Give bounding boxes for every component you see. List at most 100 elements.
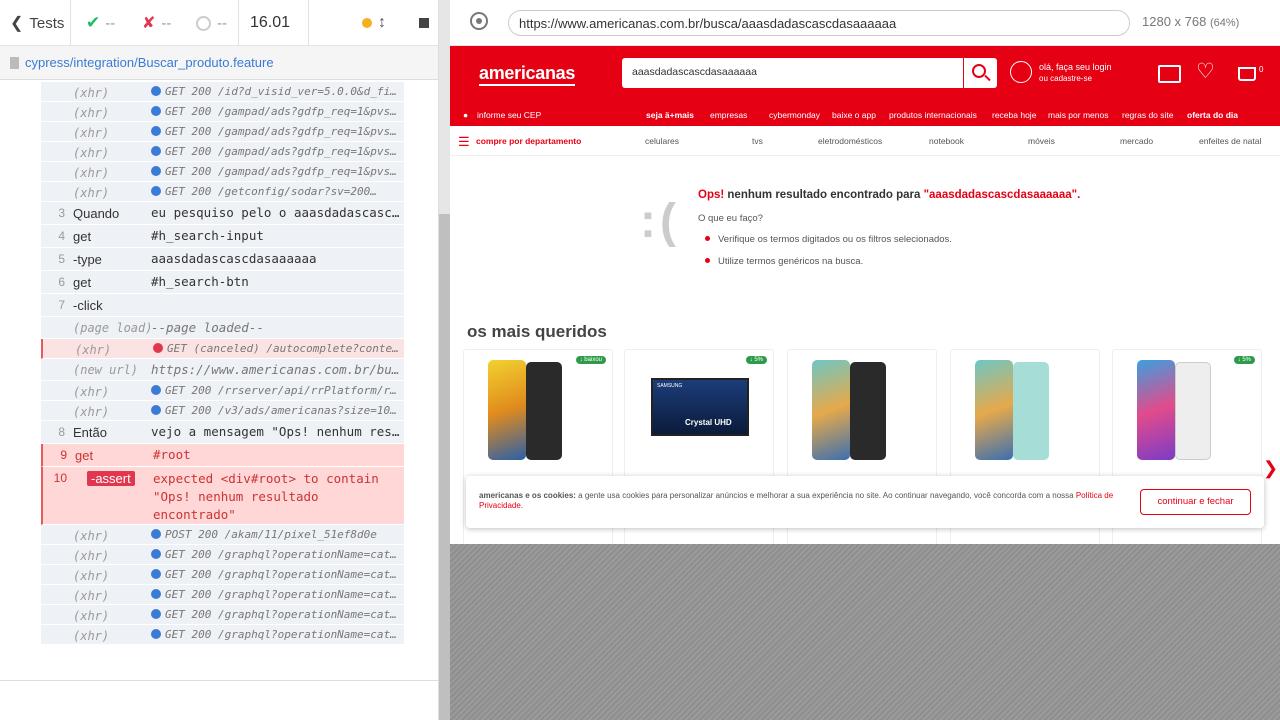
category-link[interactable]: notebook bbox=[929, 136, 964, 146]
menu-icon[interactable]: ☰ bbox=[458, 134, 470, 150]
command-row[interactable]: 4 get #h_search-input bbox=[41, 225, 404, 248]
status-dot-icon bbox=[151, 186, 161, 196]
basket-icon[interactable] bbox=[1238, 67, 1256, 81]
xhr-command-row[interactable]: (xhr) GET 200 /v3/ads/americanas?size=10&… bbox=[41, 401, 404, 421]
command-message-wrap: POST 200 /akam/11/pixel_51ef8d0e bbox=[151, 528, 401, 541]
command-name: (xhr) bbox=[73, 405, 110, 419]
status-dot-icon bbox=[151, 166, 161, 176]
command-row[interactable]: 8 Então vejo a mensagem "Ops! nenhum resu… bbox=[41, 421, 404, 444]
category-link[interactable]: mercado bbox=[1120, 136, 1153, 146]
command-list: (xhr) GET 200 /id?d_visid_ver=5.0.0&d_fie… bbox=[41, 82, 404, 663]
autoscroll-toggle-icon[interactable]: ↕ bbox=[378, 0, 386, 46]
cookie-text: americanas e os cookies: a gente usa coo… bbox=[479, 491, 1114, 510]
command-message: https://www.americanas.com.br/bus… bbox=[151, 362, 401, 377]
top-link[interactable]: baixe o app bbox=[832, 110, 876, 120]
xhr-command-row[interactable]: (xhr) GET 200 /graphql?operationName=cata… bbox=[41, 585, 404, 605]
top-link[interactable]: receba hoje bbox=[992, 110, 1036, 120]
spec-path: cypress/integration/Buscar_produto.featu… bbox=[25, 55, 274, 70]
command-name: (xhr) bbox=[73, 549, 110, 563]
command-row[interactable]: 6 get #h_search-btn bbox=[41, 271, 404, 294]
top-link[interactable]: regras do site bbox=[1122, 110, 1174, 120]
command-name: Então bbox=[73, 425, 107, 440]
command-message: --page loaded-- bbox=[151, 320, 264, 335]
tests-button[interactable]: ❮ Tests bbox=[10, 0, 70, 46]
category-link[interactable]: enfeites de natal bbox=[1199, 136, 1261, 146]
xhr-command-row[interactable]: (xhr) GET 200 /graphql?operationName=cata… bbox=[41, 605, 404, 625]
xhr-command-row[interactable]: (xhr) GET 200 /graphql?operationName=cata… bbox=[41, 625, 404, 645]
login-line1: olá, faça seu login bbox=[1039, 62, 1112, 72]
reporter-scrollbar-thumb[interactable] bbox=[439, 0, 450, 214]
command-name: (xhr) bbox=[73, 166, 110, 180]
command-number: 5 bbox=[58, 252, 65, 266]
category-link[interactable]: móveis bbox=[1028, 136, 1055, 146]
command-message-wrap: GET 200 /id?d_visid_ver=5.0.0&d_field… bbox=[151, 85, 401, 98]
url-bar[interactable]: https://www.americanas.com.br/busca/aaas… bbox=[508, 10, 1130, 36]
discount-badge: ↓ baixou bbox=[575, 356, 606, 364]
xhr-command-row[interactable]: (xhr) GET 200 /graphql?operationName=cata… bbox=[41, 565, 404, 585]
dept-menu[interactable]: compre por departamento bbox=[476, 136, 581, 146]
carousel-next-icon[interactable]: ❯ bbox=[1263, 458, 1278, 479]
viewport-zoom: (64%) bbox=[1209, 17, 1240, 29]
command-row[interactable]: 9 get #root bbox=[41, 444, 404, 467]
xhr-command-row[interactable]: (xhr) GET 200 /graphql?operationName=cata… bbox=[41, 545, 404, 565]
top-link[interactable]: empresas bbox=[710, 110, 747, 120]
aut-header: https://www.americanas.com.br/busca/aaas… bbox=[450, 0, 1280, 46]
top-link[interactable]: produtos internacionais bbox=[889, 110, 977, 120]
command-row[interactable]: 7 -click bbox=[41, 294, 404, 317]
section-title: os mais queridos bbox=[467, 322, 607, 341]
product-image bbox=[1137, 360, 1175, 460]
search-button[interactable] bbox=[963, 58, 997, 88]
viewport-info: 1280 x 768 (64%) bbox=[1142, 14, 1239, 29]
xhr-command-row[interactable]: (xhr) GET 200 /gampad/ads?gdfp_req=1&pvsi… bbox=[41, 142, 404, 162]
search-input[interactable]: aaasdadascascdasaaaaaa bbox=[632, 66, 757, 78]
command-message: #h_search-input bbox=[151, 228, 264, 243]
command-message: GET 200 /gampad/ads?gdfp_req=1&pvsid=… bbox=[165, 125, 401, 138]
xhr-command-row[interactable]: (xhr) GET 200 /gampad/ads?gdfp_req=1&pvsi… bbox=[41, 122, 404, 142]
top-link[interactable]: oferta do dia bbox=[1187, 110, 1238, 120]
top-link[interactable]: seja ä+mais bbox=[646, 110, 694, 120]
sad-face-icon: :( bbox=[640, 195, 680, 248]
top-link[interactable]: cybermonday bbox=[769, 110, 820, 120]
command-message: GET 200 /graphql?operationName=catalo… bbox=[165, 548, 401, 561]
xhr-command-row[interactable]: (xhr) POST 200 /akam/11/pixel_51ef8d0e bbox=[41, 525, 404, 545]
command-row[interactable]: 10 -assert expected <div#root> to contain … bbox=[41, 467, 404, 525]
search-box[interactable]: aaasdadascascdasaaaaaa bbox=[622, 58, 997, 88]
category-link[interactable]: celulares bbox=[645, 136, 679, 146]
xhr-command-row[interactable]: (xhr) GET (canceled) /autocomplete?conten… bbox=[41, 339, 404, 359]
site-logo[interactable]: americanas bbox=[479, 63, 575, 86]
command-row[interactable]: 5 -type aaasdadascascdasaaaaaa bbox=[41, 248, 404, 271]
top-link[interactable]: mais por menos bbox=[1048, 110, 1108, 120]
store-icon[interactable] bbox=[1158, 65, 1181, 83]
chevron-left-icon: ❮ bbox=[10, 15, 24, 32]
xhr-command-row[interactable]: (xhr) GET 200 /rrserver/api/rrPlatform/re… bbox=[41, 381, 404, 401]
command-name: (xhr) bbox=[73, 186, 110, 200]
category-link[interactable]: eletrodomésticos bbox=[818, 136, 882, 146]
command-message: #root bbox=[153, 447, 191, 462]
xhr-command-row[interactable]: (xhr) GET 200 /gampad/ads?gdfp_req=1&pvsi… bbox=[41, 102, 404, 122]
command-name: (xhr) bbox=[73, 86, 110, 100]
category-link[interactable]: tvs bbox=[752, 136, 763, 146]
check-icon: ✔ bbox=[86, 13, 101, 32]
command-message: #h_search-btn bbox=[151, 274, 249, 289]
xhr-command-row[interactable]: (xhr) GET 200 /gampad/ads?gdfp_req=1&pvsi… bbox=[41, 162, 404, 182]
command-row[interactable]: (new url) https://www.americanas.com.br/b… bbox=[41, 359, 404, 381]
xhr-command-row[interactable]: (xhr) GET 200 /id?d_visid_ver=5.0.0&d_fie… bbox=[41, 82, 404, 102]
cep-link[interactable]: informe seu CEP bbox=[477, 110, 541, 120]
heart-icon[interactable]: ♡ bbox=[1196, 59, 1215, 84]
status-dot-icon bbox=[151, 569, 161, 579]
command-number: 7 bbox=[58, 298, 65, 312]
command-row[interactable]: 3 Quando eu pesquiso pelo o aaasdadascascd… bbox=[41, 202, 404, 225]
stop-button[interactable] bbox=[419, 0, 429, 46]
command-name: (xhr) bbox=[73, 385, 110, 399]
command-message-wrap: GET 200 /v3/ads/americanas?size=10&ui… bbox=[151, 404, 401, 417]
what-to-do: O que eu faço? bbox=[698, 213, 763, 224]
product-image bbox=[975, 360, 1013, 460]
status-dot-icon bbox=[153, 343, 163, 353]
spec-file-bar[interactable]: cypress/integration/Buscar_produto.featu… bbox=[0, 46, 438, 80]
viewport-empty-area bbox=[450, 544, 1280, 720]
xhr-command-row[interactable]: (xhr) GET 200 /getconfig/sodar?sv=200… bbox=[41, 182, 404, 202]
command-row[interactable]: (page load) --page loaded-- bbox=[41, 317, 404, 339]
command-message-wrap: GET 200 /gampad/ads?gdfp_req=1&pvsid=… bbox=[151, 125, 401, 138]
status-dot-icon bbox=[151, 86, 161, 96]
cookie-accept-button[interactable]: continuar e fechar bbox=[1140, 489, 1251, 515]
